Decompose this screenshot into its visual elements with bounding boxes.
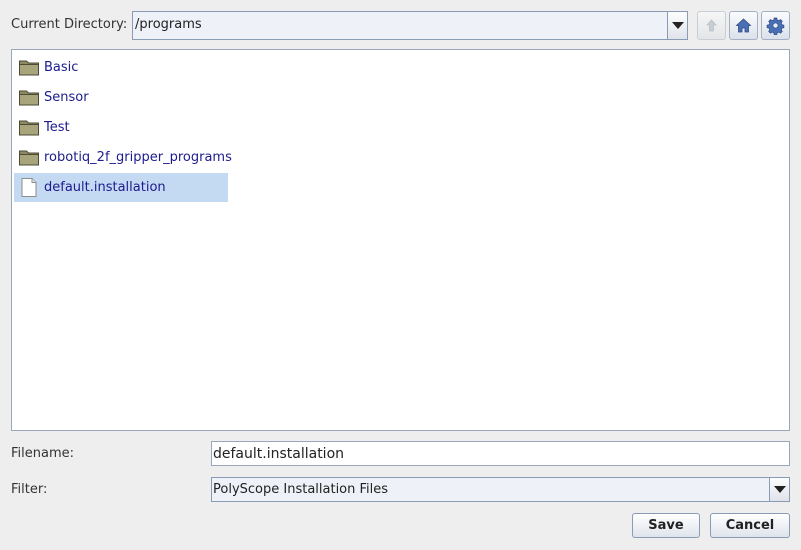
file-name: Sensor (44, 90, 89, 105)
folder-icon (14, 113, 44, 142)
current-directory-combo[interactable]: /programs (132, 11, 688, 40)
file-icon (14, 173, 44, 202)
file-name: default.installation (44, 180, 166, 195)
current-directory-label: Current Directory: (11, 17, 128, 32)
save-button[interactable]: Save (632, 513, 700, 538)
list-item-folder-basic[interactable]: Basic (14, 53, 82, 82)
file-name: Test (44, 120, 70, 135)
folder-icon (14, 83, 44, 112)
up-folder-button[interactable] (697, 11, 726, 40)
folder-icon (14, 143, 44, 172)
file-name: robotiq_2f_gripper_programs (44, 150, 232, 165)
gear-icon (766, 17, 785, 35)
list-item-folder-robotiq[interactable]: robotiq_2f_gripper_programs (14, 143, 236, 172)
list-item-file-default-installation[interactable]: default.installation (14, 173, 228, 202)
filename-field[interactable] (211, 441, 790, 466)
filter-dropdown-button[interactable] (769, 478, 789, 501)
chevron-down-icon (774, 486, 786, 493)
list-item-folder-test[interactable]: Test (14, 113, 74, 142)
list-item-folder-sensor[interactable]: Sensor (14, 83, 93, 112)
home-icon (735, 18, 752, 33)
filter-label: Filter: (11, 482, 48, 497)
file-name: Basic (44, 60, 79, 75)
filename-input[interactable] (212, 442, 789, 465)
filter-value: PolyScope Installation Files (213, 482, 389, 497)
chevron-down-icon (672, 22, 684, 29)
file-chooser-dialog: Current Directory: /programs Basic Senso… (0, 0, 801, 550)
arrow-up-icon (706, 19, 717, 32)
settings-button[interactable] (761, 11, 790, 40)
cancel-button[interactable]: Cancel (710, 513, 790, 538)
current-directory-value: /programs (135, 17, 202, 32)
current-directory-dropdown-button[interactable] (667, 12, 687, 39)
home-folder-button[interactable] (729, 11, 758, 40)
folder-icon (14, 53, 44, 82)
filename-label: Filename: (11, 446, 75, 461)
file-list[interactable]: Basic Sensor Test robotiq_2f_gripper_pro… (11, 49, 790, 431)
filter-combo[interactable]: PolyScope Installation Files (211, 477, 790, 502)
